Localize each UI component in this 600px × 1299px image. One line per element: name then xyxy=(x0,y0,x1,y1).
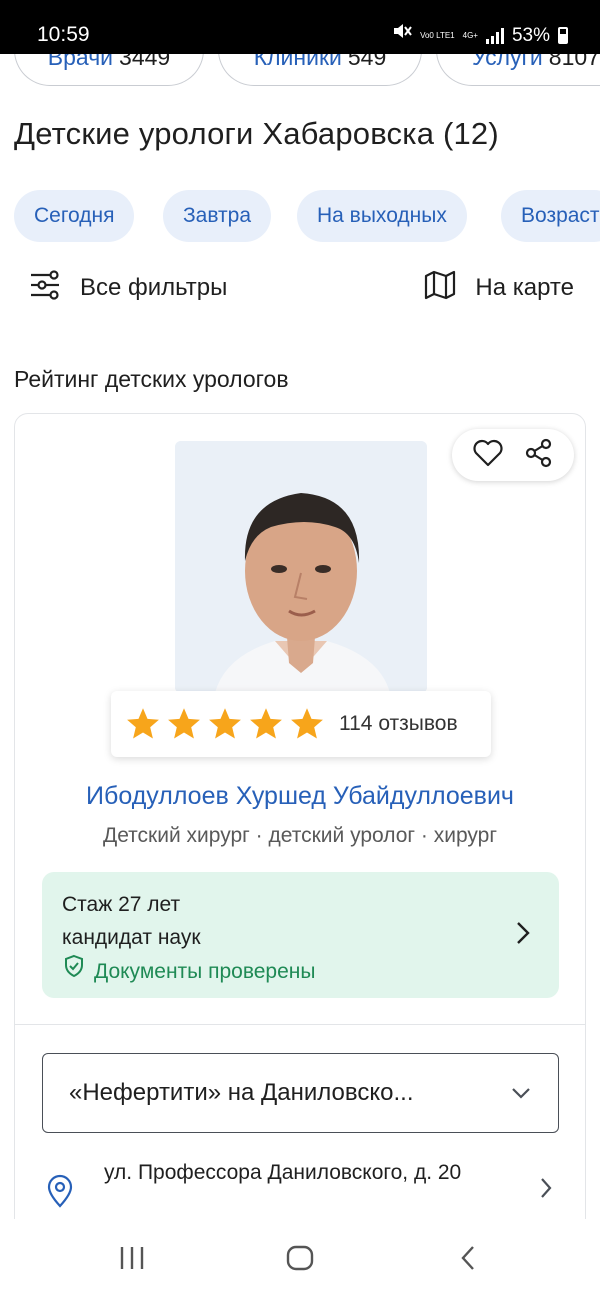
star-icon xyxy=(291,708,323,739)
address-row[interactable]: ул. Профессора Даниловского, д. 20 xyxy=(42,1156,559,1226)
verified-row: Документы проверены xyxy=(62,954,539,988)
network-4g-icon: 4G+ xyxy=(463,31,478,40)
chip-today[interactable]: Сегодня xyxy=(14,190,135,242)
chevron-right-icon xyxy=(539,1176,553,1205)
chevron-right-icon xyxy=(515,920,531,951)
all-filters-label: Все фильтры xyxy=(80,274,228,301)
doctor-photo[interactable] xyxy=(175,441,427,693)
rating-badge[interactable]: 114 отзывов xyxy=(111,691,491,757)
status-bar: 10:59 Vo0 LTE1 4G+ 53% xyxy=(0,0,600,54)
chip-tomorrow[interactable]: Завтра xyxy=(163,190,272,242)
network-label: Vo0 LTE1 xyxy=(420,31,455,40)
page-title: Детские урологи Хабаровска (12) xyxy=(14,116,499,151)
status-time: 10:59 xyxy=(37,23,90,46)
map-icon xyxy=(423,268,457,309)
quick-filter-chips: Сегодня Завтра На выходных Возраст xyxy=(14,190,600,242)
degree-text: кандидат наук xyxy=(62,926,201,949)
chevron-down-icon xyxy=(510,1079,532,1107)
recent-apps-icon[interactable] xyxy=(112,1243,152,1273)
battery-percent: 53% xyxy=(511,24,550,46)
back-icon[interactable] xyxy=(448,1243,488,1273)
clinic-address: ул. Профессора Даниловского, д. 20 xyxy=(104,1161,462,1184)
doctor-specialties: Детский хирург · детский уролог · хирург xyxy=(102,824,498,847)
doctor-card[interactable]: 114 отзывов Ибодуллоев Хуршед Убайдуллое… xyxy=(14,413,586,1299)
home-icon[interactable] xyxy=(280,1243,320,1273)
favorite-heart-icon[interactable] xyxy=(472,438,504,473)
status-icons: Vo0 LTE1 4G+ 53% xyxy=(392,22,568,49)
system-nav-bar xyxy=(0,1219,600,1299)
star-icon xyxy=(127,708,159,739)
star-icon xyxy=(209,708,241,739)
card-actions xyxy=(452,429,574,481)
all-filters-button[interactable]: Все фильтры xyxy=(28,266,227,310)
clinic-select-value: «Нефертити» на Даниловско... xyxy=(69,1079,414,1106)
star-icon xyxy=(250,708,282,739)
sliders-icon xyxy=(28,268,62,309)
battery-icon xyxy=(558,27,568,44)
chip-weekend[interactable]: На выходных xyxy=(297,190,467,242)
filters-row: Все фильтры На карте xyxy=(28,266,574,310)
chip-age[interactable]: Возраст xyxy=(501,190,600,242)
card-divider xyxy=(15,1024,585,1025)
verified-text: Документы проверены xyxy=(94,959,316,983)
mute-icon xyxy=(392,22,412,49)
network-type-icon: Vo0 LTE1 xyxy=(420,31,455,40)
doctor-name-link[interactable]: Ибодуллоев Хуршед Убайдуллоевич xyxy=(15,782,585,811)
network-4g-label: 4G+ xyxy=(462,31,478,40)
reviews-count: 114 отзывов xyxy=(339,712,458,735)
clinic-select[interactable]: «Нефертити» на Даниловско... xyxy=(42,1053,559,1133)
section-title: Рейтинг детских урологов xyxy=(14,366,289,392)
star-icon xyxy=(168,708,200,739)
shield-check-icon xyxy=(62,954,86,988)
map-label: На карте xyxy=(475,274,574,301)
doctor-info-box[interactable]: Стаж 27 лет кандидат наук Документы пров… xyxy=(42,872,559,998)
share-icon[interactable] xyxy=(524,438,554,473)
location-pin-icon xyxy=(46,1174,74,1213)
signal-icon xyxy=(485,27,504,44)
map-button[interactable]: На карте xyxy=(423,266,574,310)
rating-stars xyxy=(125,706,325,742)
experience-text: Стаж 27 лет xyxy=(62,893,181,916)
